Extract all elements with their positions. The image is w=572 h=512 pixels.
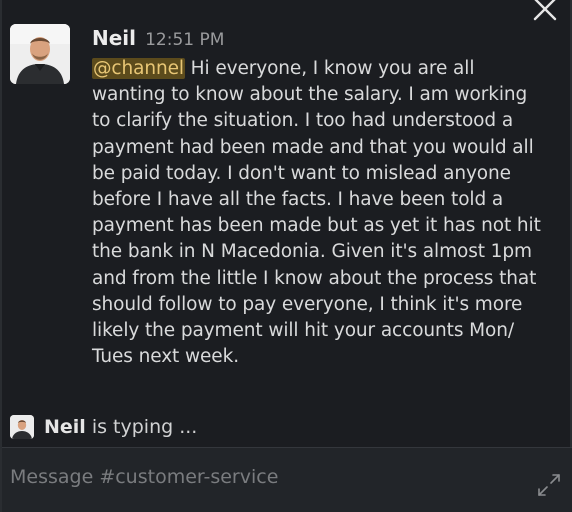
sender-name[interactable]: Neil	[92, 26, 136, 50]
message-body: Neil 12:51 PM @channel Hi everyone, I kn…	[92, 20, 562, 370]
message-header: Neil 12:51 PM	[92, 20, 562, 56]
message-thread-panel: Neil 12:51 PM @channel Hi everyone, I kn…	[0, 0, 572, 512]
message-timestamp[interactable]: 12:51 PM	[145, 30, 224, 50]
message-line-text: Hi everyone, I know you are all	[184, 58, 475, 79]
message-line: to clarify the situation. I too had unde…	[92, 110, 514, 132]
expand-icon	[538, 474, 560, 496]
message-line: before I have all the facts. I have been…	[92, 189, 504, 211]
channel-mention[interactable]: @channel	[92, 58, 185, 79]
message-text: @channel Hi everyone, I know you are all…	[92, 56, 562, 370]
expand-composer-button[interactable]	[536, 472, 562, 498]
message-composer	[2, 448, 572, 512]
message-line: payment has been made but as yet it has …	[92, 215, 541, 237]
message-line: should follow to pay everyone, I think i…	[92, 293, 523, 315]
message-line: and from the little I know about the pro…	[92, 267, 537, 289]
typing-status-text: is typing ...	[91, 416, 198, 438]
message-line: likely the payment will hit your account…	[92, 320, 514, 342]
message-input[interactable]	[10, 466, 530, 488]
message-line: wanting to know about the salary. I am w…	[92, 84, 528, 106]
avatar[interactable]	[10, 24, 70, 84]
message-line: @channel Hi everyone, I know you are all	[92, 56, 562, 82]
message-line: Tues next week.	[92, 346, 239, 368]
user-photo-icon	[10, 415, 34, 439]
typing-indicator: Neil is typing ...	[10, 412, 197, 442]
message-line: the bank in N Macedonia. Given it's almo…	[92, 241, 532, 263]
typing-user-name: Neil	[44, 416, 86, 438]
message-line: payment had been made and that you would…	[92, 136, 534, 158]
typing-avatar	[10, 415, 34, 439]
message-line: be paid today. I don't want to mislead a…	[92, 162, 511, 184]
user-photo-icon	[10, 24, 70, 84]
